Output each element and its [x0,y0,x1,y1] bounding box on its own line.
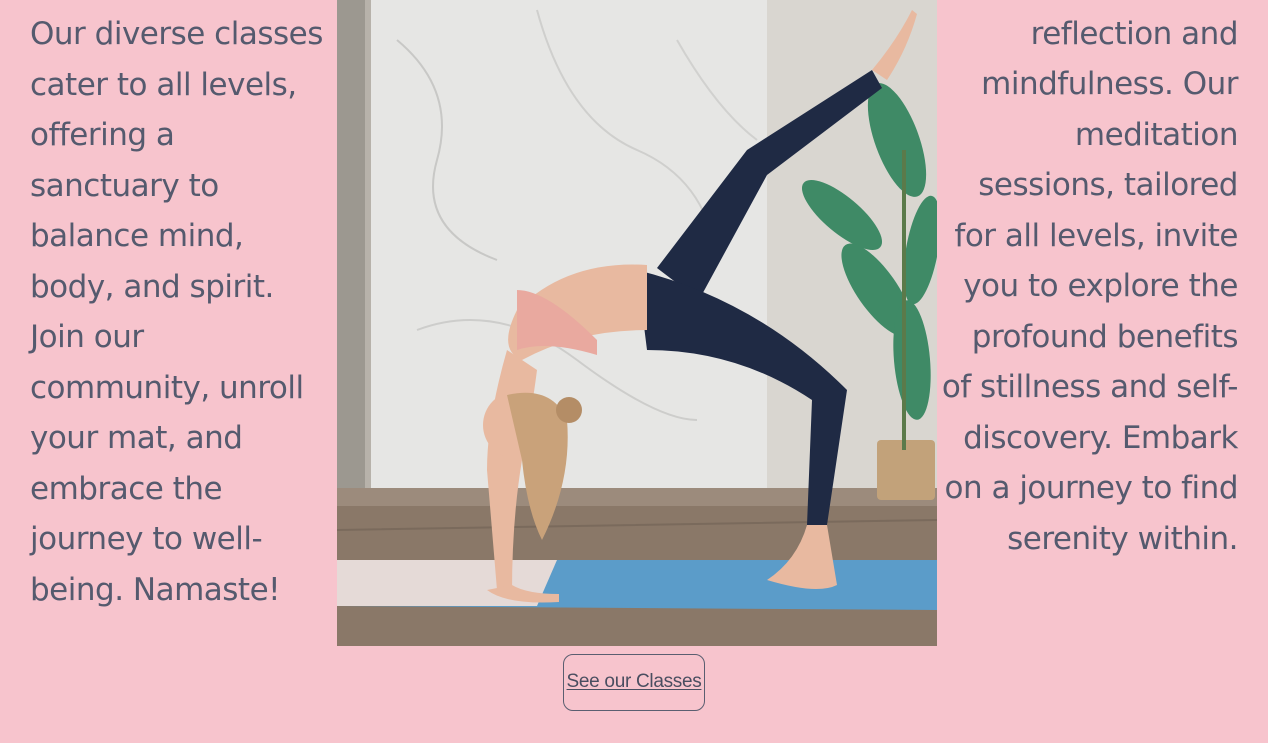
cta-container: See our Classes [0,654,1268,711]
see-classes-button[interactable]: See our Classes [563,654,705,711]
page: Our diverse classes cater to all levels,… [0,0,1268,743]
classes-description: Our diverse classes cater to all levels,… [30,16,323,608]
meditation-description: designed for inner reflection and mindfu… [941,0,1239,557]
yoga-photo [337,0,937,646]
